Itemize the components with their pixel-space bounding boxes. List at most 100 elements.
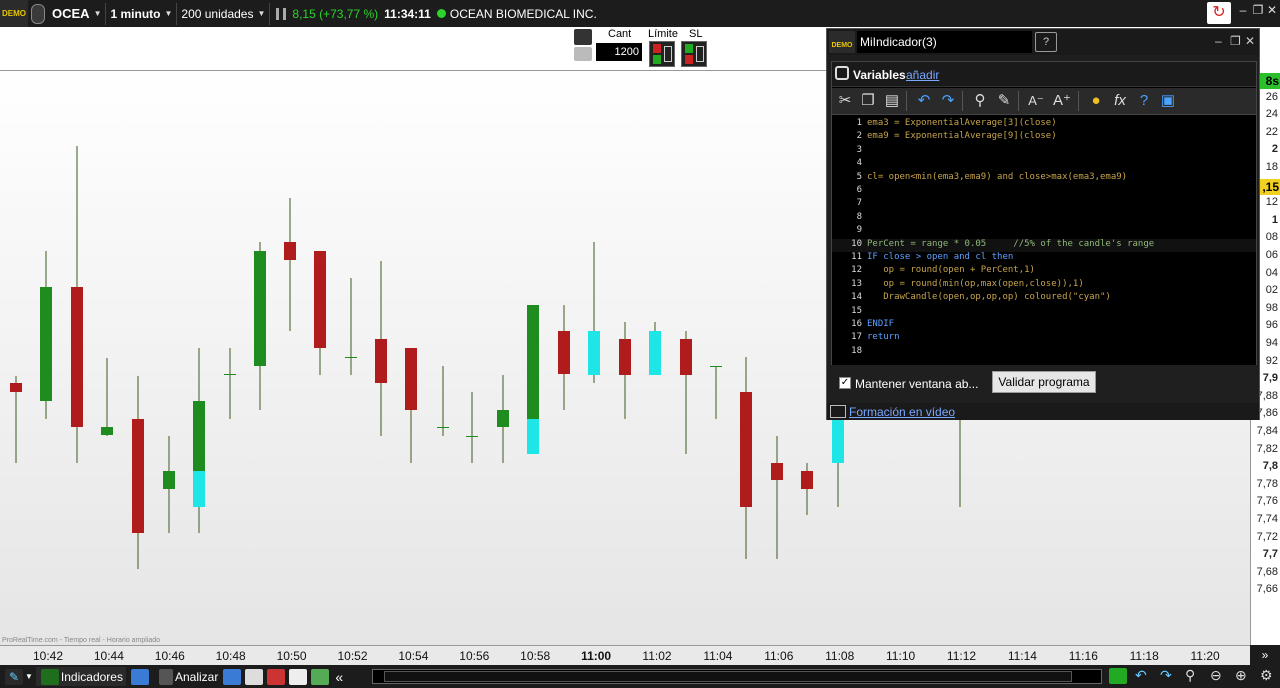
candle-body bbox=[254, 251, 266, 366]
scissors-icon[interactable]: ✂ bbox=[835, 91, 855, 111]
limit-order-button[interactable] bbox=[649, 41, 675, 67]
indicator-editor-window: DEMO MiIndicador(3) ? – ❐ ✕ Variables añ… bbox=[826, 28, 1260, 420]
units-dropdown[interactable]: 200 unidades ▼ bbox=[177, 2, 271, 25]
export-icon[interactable] bbox=[311, 668, 330, 685]
code-line[interactable]: 15 bbox=[832, 306, 1256, 319]
code-line[interactable]: 10 PerCent = range * 0.05 //5% of the can… bbox=[832, 238, 1256, 252]
video-training-link[interactable]: Formación en vídeo bbox=[849, 405, 955, 419]
undo-icon[interactable]: ↶ bbox=[1135, 667, 1147, 684]
chat-icon[interactable] bbox=[223, 668, 242, 685]
code-line[interactable]: 6 bbox=[832, 185, 1256, 198]
minimize-icon[interactable]: – bbox=[1236, 3, 1250, 17]
candle-body bbox=[314, 251, 326, 348]
keep-window-checkbox[interactable]: ✓ bbox=[839, 377, 851, 389]
line-number: 17 bbox=[851, 332, 862, 343]
code-text: ENDIF bbox=[867, 319, 895, 329]
candle-body bbox=[132, 419, 144, 533]
settings-icon[interactable]: ⚙ bbox=[1260, 667, 1273, 684]
code-line[interactable]: 5 cl= open<min(ema3,ema9) and close>max(e… bbox=[832, 172, 1256, 185]
toolbar-separator bbox=[1078, 91, 1079, 111]
orders-icon[interactable] bbox=[267, 668, 286, 685]
candle-body bbox=[801, 471, 813, 489]
minimize-icon[interactable]: – bbox=[1215, 34, 1222, 48]
keyboard-icon[interactable] bbox=[574, 47, 592, 61]
calendar-icon[interactable] bbox=[1109, 668, 1127, 684]
redo-icon[interactable]: ↷ bbox=[1160, 667, 1172, 684]
zoom-out-icon[interactable]: ⊖ bbox=[1210, 667, 1222, 684]
add-variable-link[interactable]: añadir bbox=[906, 68, 939, 82]
stop-loss-button[interactable] bbox=[681, 41, 707, 67]
code-line[interactable]: 13 op = round(min(op,max(open,close)),1) bbox=[832, 279, 1256, 292]
candle-body bbox=[527, 305, 539, 419]
code-line[interactable]: 7 bbox=[832, 198, 1256, 211]
copy-icon[interactable]: ❐ bbox=[858, 91, 878, 111]
top-toolbar: DEMO OCEA ▼ 1 minuto ▼ 200 unidades ▼ 8,… bbox=[0, 0, 1280, 27]
limit-label: Límite bbox=[648, 28, 678, 40]
line-number: 12 bbox=[851, 265, 862, 276]
time-axis[interactable]: 10:42 10:44 10:46 10:48 10:50 10:52 10:54 10:56… bbox=[0, 645, 1250, 665]
indicators-button[interactable]: Indicadores bbox=[35, 667, 126, 686]
font-decrease-icon[interactable]: A⁻ bbox=[1026, 91, 1046, 111]
line-number: 18 bbox=[851, 345, 862, 356]
code-line[interactable]: 14 DrawCandle(open,op,op,op) coloured("c… bbox=[832, 292, 1256, 305]
order-panel: Cant 1200 Límite SL bbox=[572, 27, 826, 70]
analyze-label: Analizar bbox=[174, 669, 219, 684]
redo-icon[interactable]: ↷ bbox=[938, 91, 958, 111]
line-number: 9 bbox=[856, 225, 862, 236]
code-line[interactable]: 11 IF close > open and cl then bbox=[832, 252, 1256, 265]
indicator-name-field[interactable]: MiIndicador(3) bbox=[857, 31, 1032, 53]
restore-icon[interactable]: ❐ bbox=[1230, 34, 1241, 48]
candle-body bbox=[193, 401, 205, 471]
timeframe-dropdown[interactable]: 1 minuto ▼ bbox=[106, 2, 178, 25]
candle-body bbox=[710, 366, 722, 367]
close-icon[interactable]: ✕ bbox=[1265, 3, 1279, 17]
code-line[interactable]: 16 ENDIF bbox=[832, 319, 1256, 332]
drawing-tools-button[interactable]: ✎ ▼ bbox=[0, 667, 36, 686]
comment-icon[interactable]: ✎ bbox=[994, 91, 1014, 111]
scrollbar-thumb[interactable] bbox=[384, 671, 1072, 682]
search-icon[interactable]: ⚲ bbox=[970, 91, 990, 111]
restore-icon[interactable]: ❐ bbox=[1251, 3, 1265, 17]
candle-body-cyan bbox=[193, 471, 205, 507]
code-line[interactable]: 8 bbox=[832, 212, 1256, 225]
undo-icon[interactable]: ↶ bbox=[914, 91, 934, 111]
time-axis-label: 10:44 bbox=[93, 649, 124, 663]
zoom-fit-icon[interactable]: ⚲ bbox=[1185, 667, 1195, 684]
print-icon[interactable]: ▣ bbox=[1158, 91, 1178, 111]
expand-axis-button[interactable]: » bbox=[1250, 645, 1280, 665]
validate-button[interactable]: Validar programa bbox=[992, 371, 1096, 393]
list-icon[interactable] bbox=[245, 668, 264, 685]
document-help-icon[interactable]: ? bbox=[1035, 32, 1057, 52]
code-line[interactable]: 17 return bbox=[832, 332, 1256, 345]
code-line[interactable]: 9 bbox=[832, 225, 1256, 238]
share-icon bbox=[130, 668, 149, 685]
candle-body bbox=[466, 436, 478, 437]
code-line[interactable]: 2 ema9 = ExponentialAverage[9](close) bbox=[832, 131, 1256, 144]
code-line[interactable]: 1 ema3 = ExponentialAverage[3](close) bbox=[832, 118, 1256, 131]
analyze-button[interactable]: Analizar bbox=[154, 667, 221, 686]
link-icon[interactable] bbox=[31, 3, 45, 24]
font-increase-icon[interactable]: A⁺ bbox=[1052, 91, 1072, 111]
code-editor[interactable]: 1 ema3 = ExponentialAverage[3](close) 2 ema… bbox=[832, 116, 1256, 397]
symbol-dropdown[interactable]: OCEA ▼ bbox=[48, 2, 107, 25]
code-line[interactable]: 4 bbox=[832, 158, 1256, 171]
wrench-icon[interactable] bbox=[835, 66, 849, 80]
function-icon[interactable]: fx bbox=[1110, 91, 1130, 111]
screens-icon[interactable] bbox=[289, 668, 308, 685]
help-icon[interactable]: ? bbox=[1134, 91, 1154, 111]
code-line[interactable]: 3 bbox=[832, 145, 1256, 158]
close-icon[interactable]: ✕ bbox=[1245, 34, 1255, 48]
collapse-left-icon[interactable]: « bbox=[335, 669, 343, 685]
code-line[interactable]: 18 bbox=[832, 346, 1256, 359]
quantity-input[interactable]: 1200 bbox=[596, 43, 642, 61]
time-axis-label: 11:06 bbox=[764, 649, 794, 663]
bulb-icon[interactable]: ● bbox=[1086, 91, 1106, 111]
paste-icon[interactable]: ▤ bbox=[882, 91, 902, 111]
pause-icon[interactable] bbox=[276, 7, 287, 20]
zoom-in-icon[interactable]: ⊕ bbox=[1235, 667, 1247, 684]
refresh-icon[interactable]: ↻ bbox=[1207, 2, 1231, 24]
price-axis-label: 7,8 bbox=[1262, 460, 1278, 473]
wrench-icon[interactable] bbox=[574, 29, 592, 45]
code-line[interactable]: 12 op = round(open + PerCent,1) bbox=[832, 265, 1256, 278]
share-button[interactable] bbox=[126, 667, 154, 686]
